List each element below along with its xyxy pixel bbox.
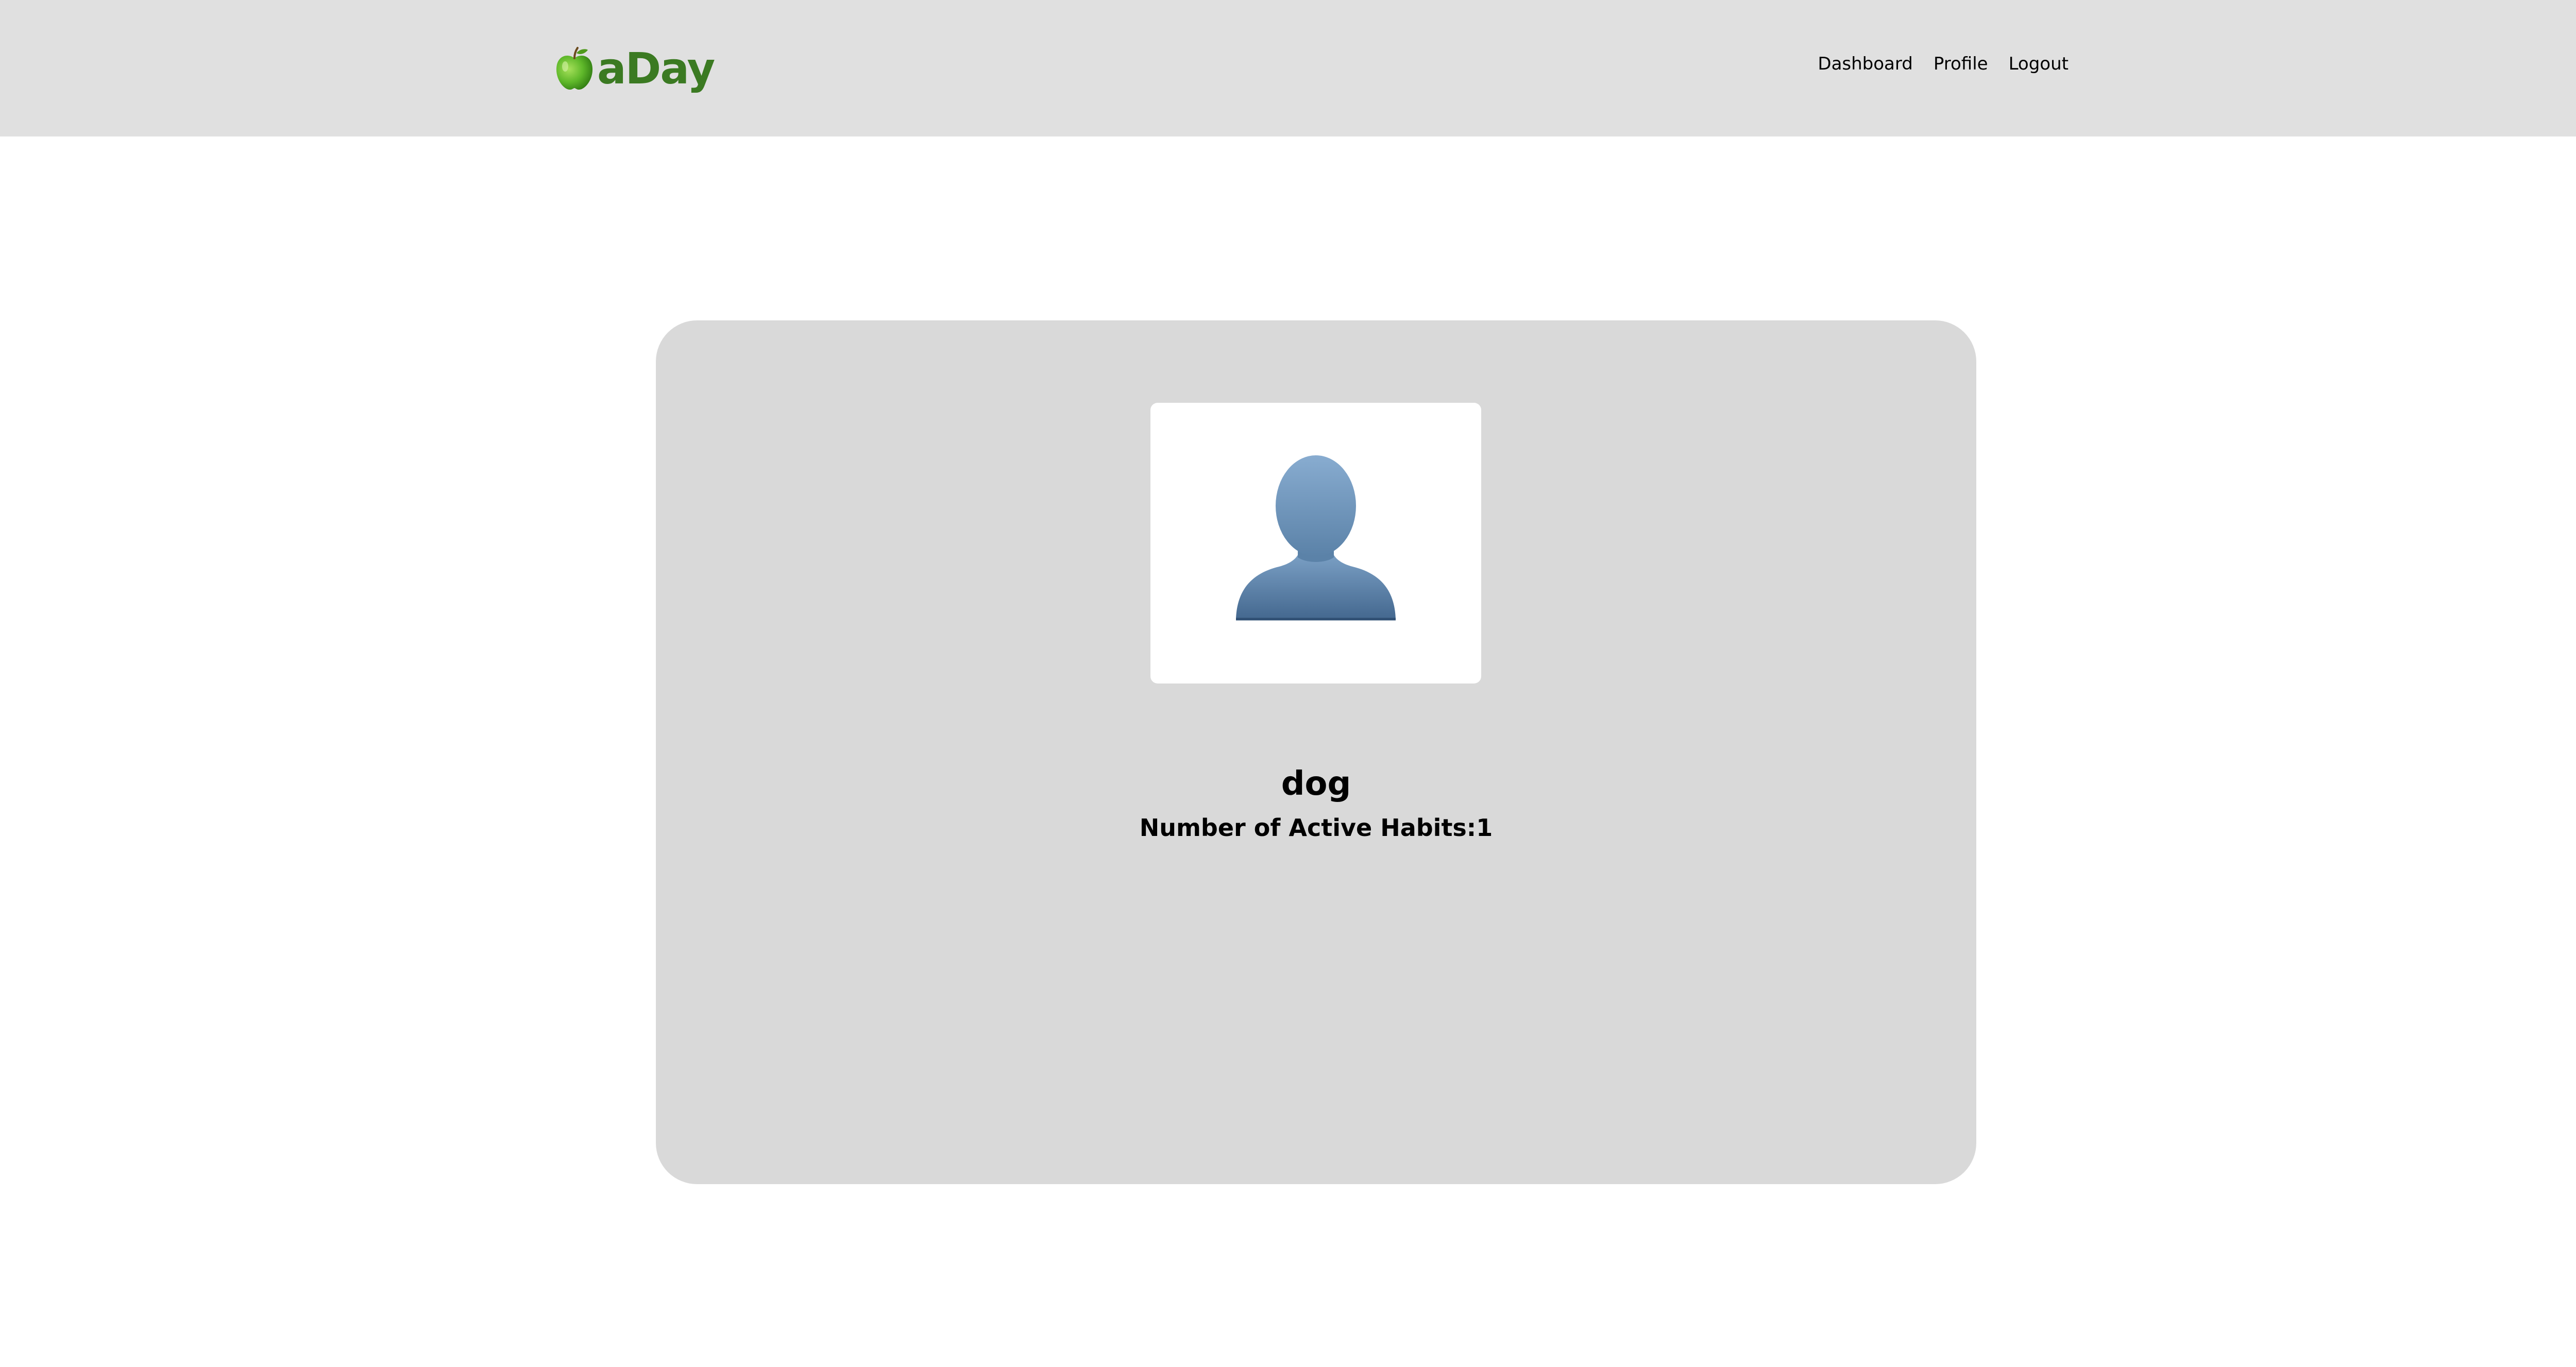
nav-links: Dashboard Profile Logout	[1818, 54, 2069, 75]
top-navbar: aDay Dashboard Profile Logout	[0, 0, 2576, 136]
nav-link-logout[interactable]: Logout	[2009, 54, 2069, 75]
active-habits-count: 1	[1476, 814, 1493, 842]
user-silhouette-icon	[1236, 455, 1396, 621]
nav-link-profile[interactable]: Profile	[1934, 54, 1988, 75]
avatar	[1150, 403, 1481, 684]
nav-link-dashboard[interactable]: Dashboard	[1818, 54, 1912, 75]
active-habits-stat: Number of Active Habits:1	[656, 816, 1976, 840]
active-habits-label: Number of Active Habits:	[1139, 814, 1477, 842]
brand-logo[interactable]: aDay	[554, 41, 715, 95]
brand-name: aDay	[597, 43, 715, 94]
green-apple-icon	[556, 46, 593, 90]
profile-username: dog	[1281, 765, 1351, 803]
profile-card: dog Number of Active Habits:1	[656, 320, 1976, 1184]
